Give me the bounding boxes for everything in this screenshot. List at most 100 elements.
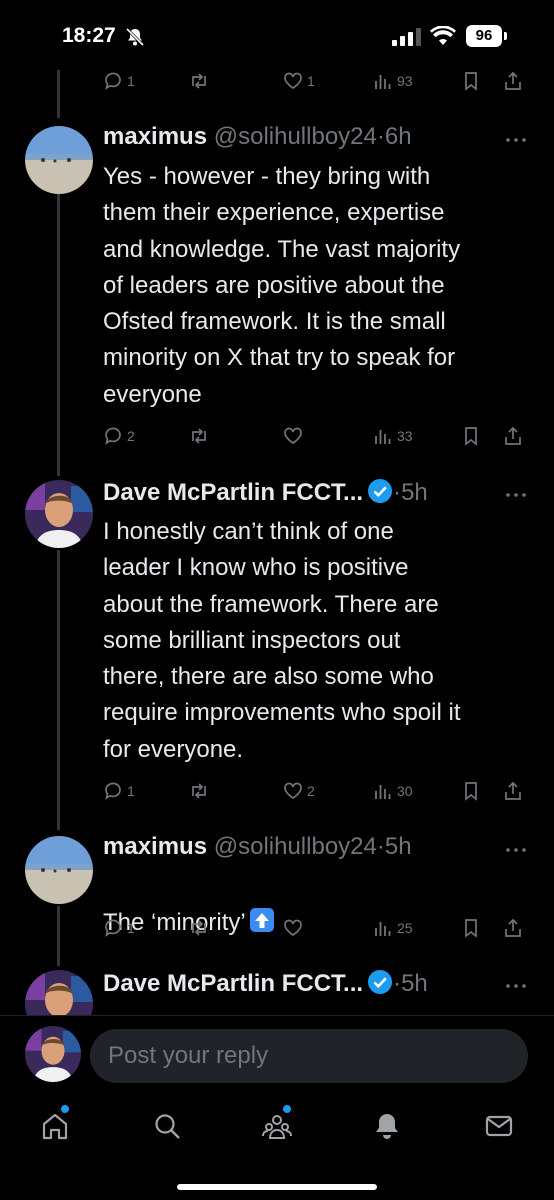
post-text: I honestly can’t think of one leader I k… xyxy=(103,518,461,763)
home-notification-dot xyxy=(61,1105,69,1113)
separator-dot: · xyxy=(376,123,385,150)
views-button[interactable]: 25 xyxy=(373,914,413,942)
more-options-icon[interactable] xyxy=(505,981,527,991)
bookmark-button[interactable] xyxy=(461,67,481,95)
post-actions: 1 2 30 xyxy=(103,777,533,805)
share-icon xyxy=(505,71,521,90)
repost-icon xyxy=(192,73,206,89)
own-avatar[interactable] xyxy=(25,1026,81,1082)
author-name[interactable]: Dave McPartlin FCCT... xyxy=(103,479,363,506)
share-button[interactable] xyxy=(503,67,523,95)
thread-line xyxy=(57,550,60,830)
thread-line xyxy=(57,70,60,118)
notifications-bell-icon[interactable] xyxy=(372,1111,402,1141)
avatar[interactable] xyxy=(25,480,93,548)
like-button[interactable]: 1 xyxy=(283,67,315,95)
post-header: Dave McPartlin FCCT... ·5h xyxy=(103,969,428,1001)
more-options-icon[interactable] xyxy=(505,135,527,145)
post-time: 5h xyxy=(384,833,412,860)
like-count: 2 xyxy=(307,783,315,799)
bookmark-icon xyxy=(465,72,477,91)
share-icon xyxy=(505,426,521,445)
like-button[interactable] xyxy=(283,914,307,942)
status-time: 18:27 xyxy=(62,24,116,47)
person-avatar-image xyxy=(25,1026,81,1082)
avatar[interactable] xyxy=(25,126,93,194)
repost-button[interactable] xyxy=(189,422,209,450)
search-icon[interactable] xyxy=(152,1111,182,1141)
views-button[interactable]: 30 xyxy=(373,777,413,805)
bookmark-button[interactable] xyxy=(461,422,481,450)
reply-button[interactable]: 1 xyxy=(103,67,135,95)
home-indicator[interactable] xyxy=(177,1184,377,1190)
heart-icon xyxy=(284,427,302,445)
post-time: 5h xyxy=(401,970,428,997)
views-button[interactable]: 93 xyxy=(373,67,413,95)
beach-avatar-image xyxy=(25,126,93,194)
bookmark-icon xyxy=(465,782,477,801)
reply-count: 2 xyxy=(127,428,135,444)
like-button[interactable] xyxy=(283,422,307,450)
more-options-icon[interactable] xyxy=(505,490,527,500)
person-avatar-image xyxy=(25,480,93,548)
post-actions: 1 1 93 xyxy=(103,67,533,95)
post-header: maximus @solihullboy24·6h xyxy=(103,123,412,155)
bookmark-icon xyxy=(465,427,477,446)
like-button[interactable]: 2 xyxy=(283,777,315,805)
heart-icon xyxy=(284,782,302,800)
views-chart-icon xyxy=(375,785,391,799)
reply-count: 1 xyxy=(127,73,135,89)
view-count: 25 xyxy=(397,920,413,936)
author-name[interactable]: maximus xyxy=(103,123,207,150)
reply-button[interactable]: 2 xyxy=(103,422,135,450)
reply-icon xyxy=(105,427,121,445)
reply-count: 1 xyxy=(127,920,135,936)
post-actions: 1 25 xyxy=(103,914,533,942)
bell-off-icon xyxy=(125,27,145,47)
post-header: Dave McPartlin FCCT... ·5h xyxy=(103,478,428,510)
share-icon xyxy=(505,918,521,937)
more-options-icon[interactable] xyxy=(505,845,527,855)
status-bar: 18:27 96 xyxy=(0,0,554,70)
battery-indicator: 96 xyxy=(466,25,502,47)
verified-badge-icon xyxy=(368,479,393,503)
reply-button[interactable]: 1 xyxy=(103,914,135,942)
author-name[interactable]: maximus xyxy=(103,833,207,860)
repost-button[interactable] xyxy=(189,67,209,95)
reply-count: 1 xyxy=(127,783,135,799)
battery-nub xyxy=(504,32,507,40)
wifi-icon xyxy=(430,26,456,45)
reply-icon xyxy=(105,919,121,937)
author-handle[interactable]: @solihullboy24 xyxy=(214,123,377,150)
reply-input[interactable]: Post your reply xyxy=(90,1029,528,1083)
communities-icon[interactable] xyxy=(262,1111,292,1141)
reply-composer-bar: Post your reply xyxy=(0,1015,554,1096)
share-button[interactable] xyxy=(503,422,523,450)
author-name[interactable]: Dave McPartlin FCCT... xyxy=(103,970,363,997)
bookmark-button[interactable] xyxy=(461,914,481,942)
messages-mail-icon[interactable] xyxy=(484,1111,514,1141)
view-count: 33 xyxy=(397,428,413,444)
reply-icon xyxy=(105,782,121,800)
reply-icon xyxy=(105,72,121,90)
home-icon[interactable] xyxy=(40,1111,70,1141)
separator-dot: · xyxy=(393,479,402,506)
repost-button[interactable] xyxy=(189,914,209,942)
repost-button[interactable] xyxy=(189,777,209,805)
thread-line xyxy=(57,194,60,476)
heart-icon xyxy=(284,72,302,90)
bookmark-button[interactable] xyxy=(461,777,481,805)
author-handle[interactable]: @solihullboy24 xyxy=(214,833,377,860)
reply-button[interactable]: 1 xyxy=(103,777,135,805)
post-header: maximus @solihullboy24·5h xyxy=(103,833,412,865)
share-button[interactable] xyxy=(503,914,523,942)
views-button[interactable]: 33 xyxy=(373,422,413,450)
post-actions: 2 33 xyxy=(103,422,533,450)
share-icon xyxy=(505,781,521,800)
thread-line xyxy=(57,906,60,966)
avatar[interactable] xyxy=(25,836,93,904)
repost-icon xyxy=(192,920,206,936)
verified-badge-icon xyxy=(368,970,393,994)
share-button[interactable] xyxy=(503,777,523,805)
heart-icon xyxy=(284,919,302,937)
